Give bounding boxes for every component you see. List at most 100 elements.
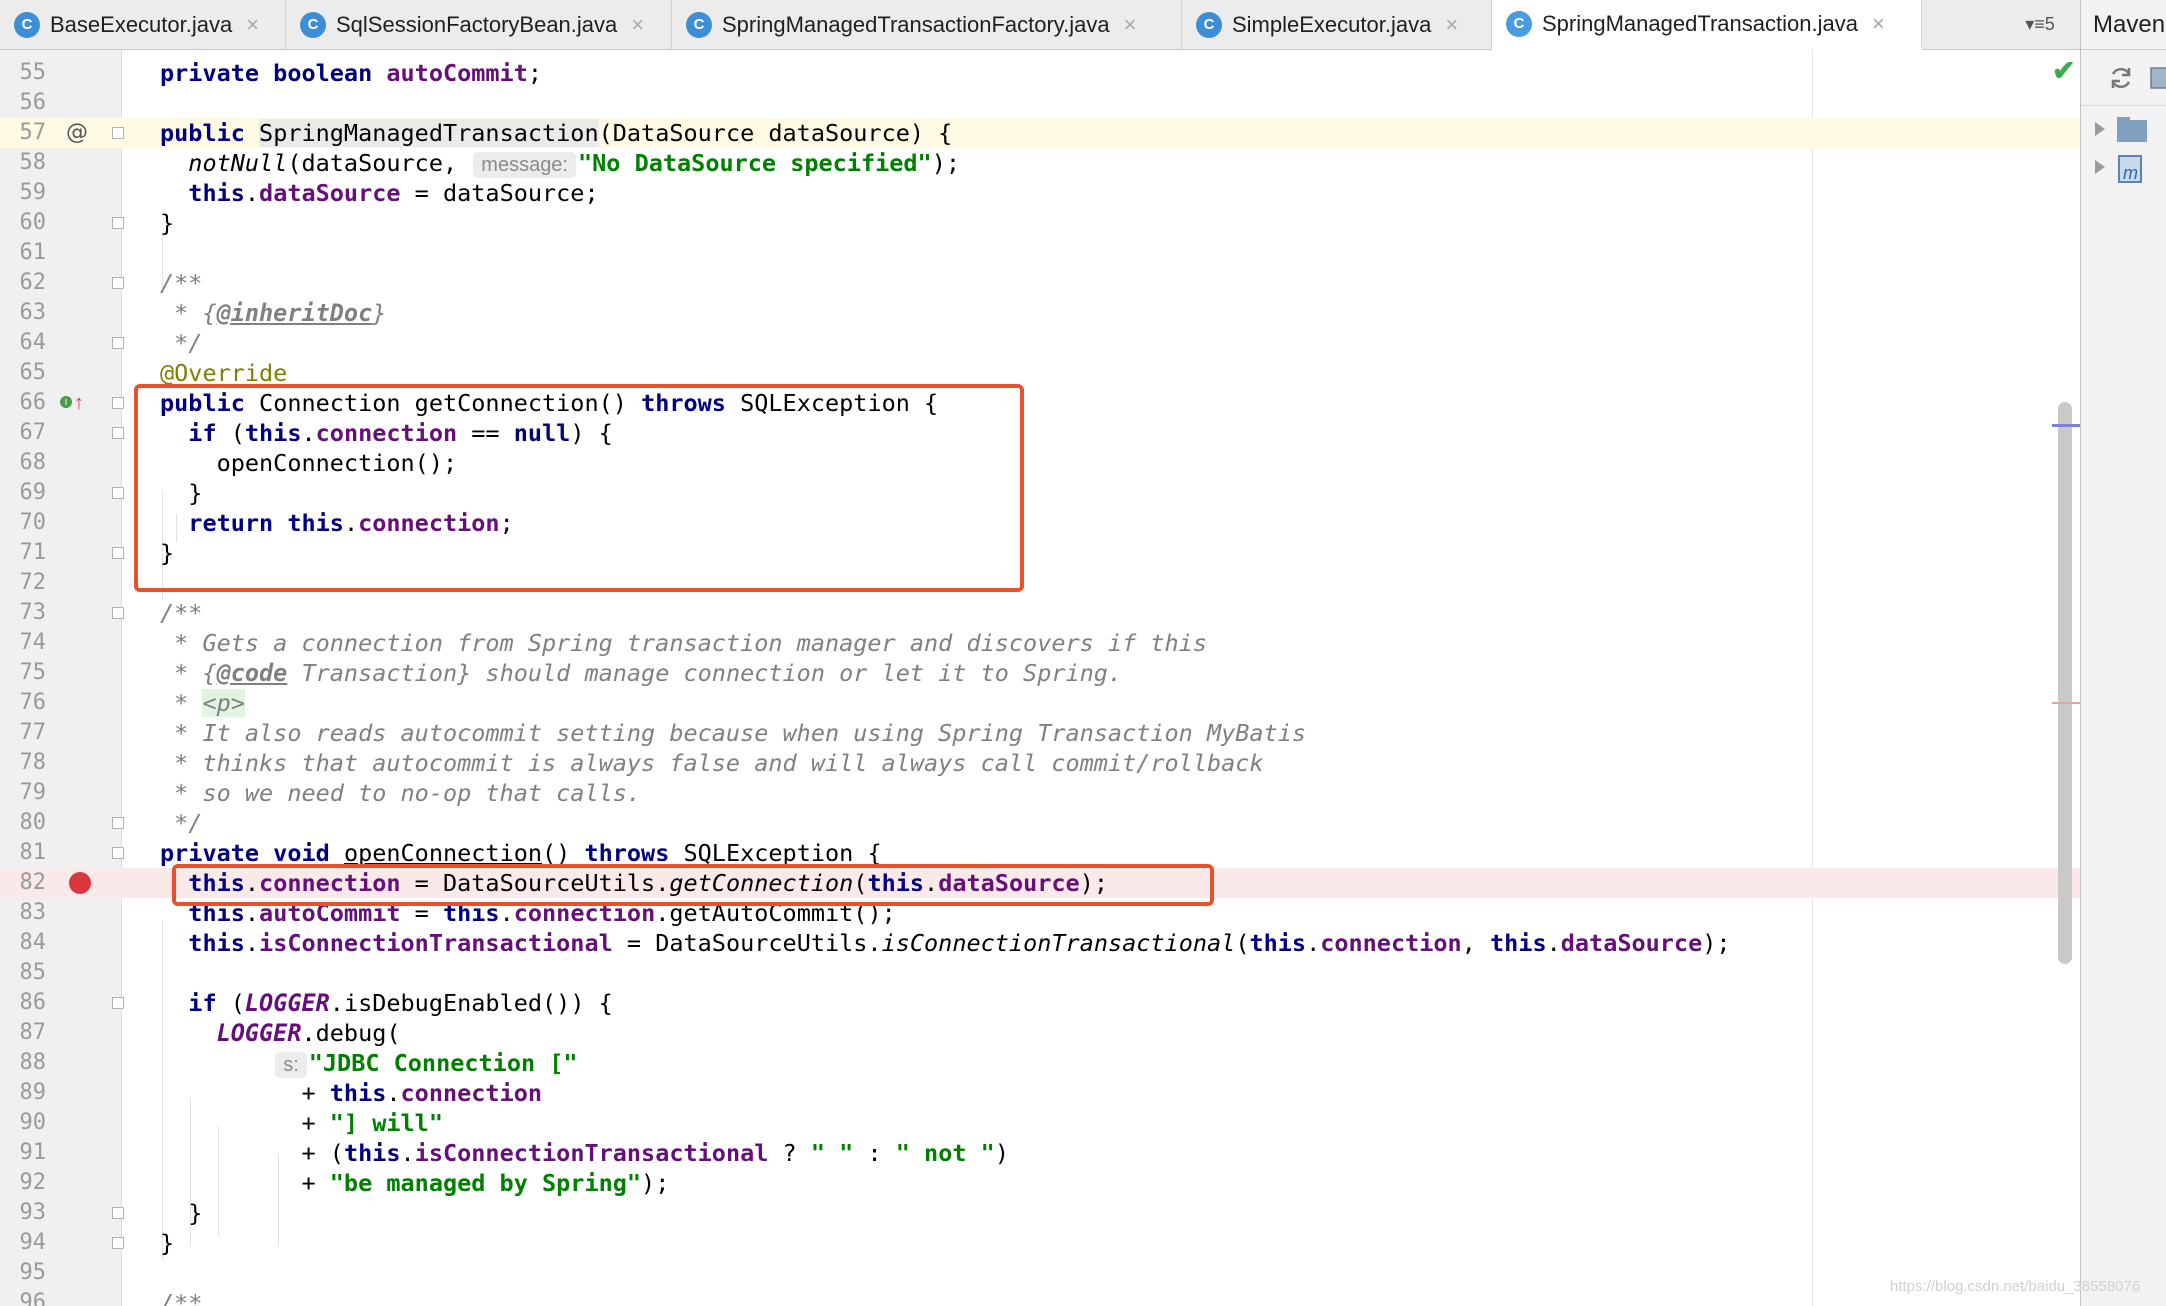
- tree-item-lifecycle[interactable]: [2089, 114, 2166, 148]
- tree-item-plugins[interactable]: m: [2089, 152, 2166, 186]
- code-token: );: [1702, 929, 1731, 957]
- tab-base-executor[interactable]: C BaseExecutor.java ×: [0, 0, 286, 49]
- close-icon[interactable]: ×: [1445, 13, 1458, 36]
- code-line[interactable]: 89 + this.connection: [0, 1078, 2080, 1108]
- code-line[interactable]: 87 LOGGER.debug(: [0, 1018, 2080, 1048]
- fold-toggle-icon[interactable]: [112, 427, 124, 439]
- scrollbar-thumb[interactable]: [2058, 402, 2072, 964]
- code-line[interactable]: 95: [0, 1258, 2080, 1288]
- code-token: "] will": [329, 1109, 443, 1137]
- highlight-box-get-connection: [134, 384, 1024, 592]
- code-token: <p>: [202, 689, 245, 717]
- code-line[interactable]: 63 * {@inheritDoc}: [0, 298, 2080, 328]
- code-text: + "] will": [160, 1108, 443, 1138]
- fold-toggle-icon[interactable]: [112, 607, 124, 619]
- code-line[interactable]: 90 + "] will": [0, 1108, 2080, 1138]
- code-token: :: [853, 1139, 896, 1167]
- tab-spring-managed-transaction-factory[interactable]: C SpringManagedTransactionFactory.java ×: [672, 0, 1182, 49]
- line-number: 72: [19, 570, 47, 595]
- close-icon[interactable]: ×: [246, 13, 259, 36]
- code-line[interactable]: 56: [0, 88, 2080, 118]
- code-line[interactable]: 85: [0, 958, 2080, 988]
- line-number: 70: [19, 510, 47, 535]
- fold-toggle-icon[interactable]: [112, 397, 124, 409]
- fold-toggle-icon[interactable]: [112, 817, 124, 829]
- fold-toggle-icon[interactable]: [112, 847, 124, 859]
- fold-toggle-icon[interactable]: [112, 1237, 124, 1249]
- code-line[interactable]: 60}: [0, 208, 2080, 238]
- code-line[interactable]: 79 * so we need to no-op that calls.: [0, 778, 2080, 808]
- code-line[interactable]: 58 notNull(dataSource, message: "No DataS…: [0, 148, 2080, 178]
- maven-tool-window: Maven m: [2080, 0, 2166, 1306]
- close-icon[interactable]: ×: [1124, 13, 1137, 36]
- code-text: */: [160, 328, 202, 358]
- line-number: 57: [19, 120, 47, 145]
- override-arrow-icon[interactable]: ↑: [74, 388, 84, 418]
- code-line[interactable]: 59 this.dataSource = dataSource;: [0, 178, 2080, 208]
- code-line[interactable]: 62 /**: [0, 268, 2080, 298]
- code-text: + (this.isConnectionTransactional ? " " …: [160, 1138, 1009, 1168]
- code-line[interactable]: 91 + (this.isConnectionTransactional ? "…: [0, 1138, 2080, 1168]
- code-line[interactable]: 80 */: [0, 808, 2080, 838]
- code-line[interactable]: 92 + "be managed by Spring");: [0, 1168, 2080, 1198]
- line-number: 55: [19, 60, 47, 85]
- implements-method-icon[interactable]: I: [60, 396, 72, 408]
- code-line[interactable]: 55 private boolean autoCommit;: [0, 58, 2080, 88]
- annotation-gutter-icon[interactable]: @: [66, 118, 88, 148]
- code-line[interactable]: 61: [0, 238, 2080, 268]
- folder-icon: [2117, 120, 2147, 142]
- code-line[interactable]: 57 public SpringManagedTransaction(DataSo…: [0, 118, 2080, 148]
- code-token: openConnection: [343, 839, 543, 867]
- line-number: 84: [19, 930, 47, 955]
- fold-toggle-icon[interactable]: [112, 1207, 124, 1219]
- tab-overflow-button[interactable]: ▾≡ 5: [2000, 0, 2080, 49]
- close-icon[interactable]: ×: [1872, 12, 1885, 35]
- tool-window-toolbar: [2081, 50, 2166, 106]
- code-line[interactable]: 88 s: "JDBC Connection [": [0, 1048, 2080, 1078]
- code-text: * {@code Transaction} should manage conn…: [160, 658, 1122, 688]
- editor-tab-bar: C BaseExecutor.java × C SqlSessionFactor…: [0, 0, 2080, 50]
- code-token: this: [343, 1139, 401, 1167]
- code-line[interactable]: 84 this.isConnectionTransactional = Data…: [0, 928, 2080, 958]
- fold-toggle-icon[interactable]: [112, 127, 124, 139]
- code-line[interactable]: 96 /**: [0, 1288, 2080, 1306]
- code-line[interactable]: 78 * thinks that autocommit is always fa…: [0, 748, 2080, 778]
- fold-toggle-icon[interactable]: [112, 277, 124, 289]
- code-token: if: [188, 989, 231, 1017]
- reimport-icon[interactable]: [2149, 64, 2166, 92]
- code-line[interactable]: 74 * Gets a connection from Spring trans…: [0, 628, 2080, 658]
- breakpoint-icon[interactable]: [69, 872, 91, 894]
- code-text: }: [160, 1228, 174, 1258]
- tab-overflow-count: 5: [2044, 14, 2055, 34]
- code-line[interactable]: 73 /**: [0, 598, 2080, 628]
- code-line[interactable]: 75 * {@code Transaction} should manage c…: [0, 658, 2080, 688]
- refresh-icon[interactable]: [2107, 64, 2135, 92]
- line-number: 79: [19, 780, 47, 805]
- line-number: 67: [19, 420, 47, 445]
- close-icon[interactable]: ×: [631, 13, 644, 36]
- fold-toggle-icon[interactable]: [112, 547, 124, 559]
- tab-sql-session-factory-bean[interactable]: C SqlSessionFactoryBean.java ×: [286, 0, 672, 49]
- fold-toggle-icon[interactable]: [112, 337, 124, 349]
- code-token: +: [160, 1079, 330, 1107]
- line-number: 58: [19, 150, 47, 175]
- code-token: " ": [810, 1139, 854, 1167]
- code-token: }: [160, 209, 175, 237]
- fold-toggle-icon[interactable]: [112, 997, 124, 1009]
- code-editor[interactable]: 55 private boolean autoCommit; 56 57 public…: [0, 50, 2080, 1306]
- code-token: "No DataSource specified": [578, 149, 932, 177]
- code-text: private boolean autoCommit;: [160, 58, 556, 88]
- line-number: 83: [19, 900, 47, 925]
- fold-toggle-icon[interactable]: [112, 217, 124, 229]
- code-line[interactable]: 77 * It also reads autocommit setting be…: [0, 718, 2080, 748]
- code-line[interactable]: 64 */: [0, 328, 2080, 358]
- code-line[interactable]: 93 }: [0, 1198, 2080, 1228]
- tab-spring-managed-transaction[interactable]: C SpringManagedTransaction.java ×: [1492, 0, 1922, 50]
- fold-toggle-icon[interactable]: [112, 487, 124, 499]
- tab-label: SimpleExecutor.java: [1232, 11, 1432, 37]
- code-token: ,: [1461, 929, 1490, 957]
- code-line[interactable]: 76 * <p>: [0, 688, 2080, 718]
- tab-simple-executor[interactable]: C SimpleExecutor.java ×: [1182, 0, 1492, 49]
- code-line[interactable]: 86 if (LOGGER.isDebugEnabled()) {: [0, 988, 2080, 1018]
- code-line[interactable]: 94}: [0, 1228, 2080, 1258]
